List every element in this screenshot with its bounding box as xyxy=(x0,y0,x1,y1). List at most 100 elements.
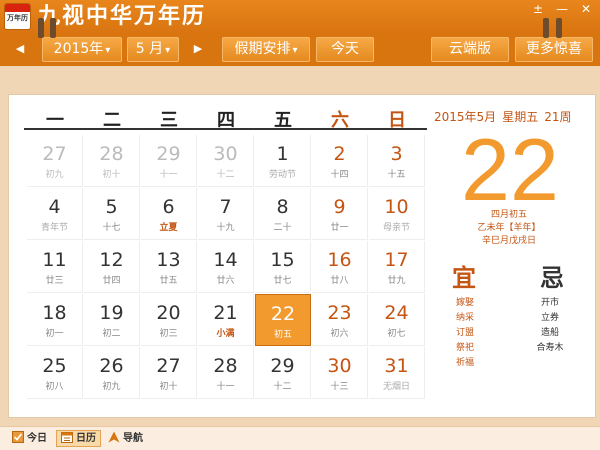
day-cell[interactable]: 30 十二 xyxy=(198,135,254,187)
app-icon-text: 万年历 xyxy=(7,14,28,22)
auspicious-item: 祭祀 xyxy=(455,343,474,353)
lunar-label: 十五 xyxy=(387,170,406,180)
day-cell[interactable]: 2 十四 xyxy=(312,135,368,187)
lunar-label: 初三 xyxy=(159,329,178,339)
day-number: 30 xyxy=(327,355,352,377)
chevron-down-icon: ▾ xyxy=(165,45,171,56)
day-cell[interactable]: 29 十二 xyxy=(255,347,311,399)
day-number: 29 xyxy=(270,355,295,377)
close-button[interactable]: ✕ xyxy=(578,2,594,16)
binder-ring xyxy=(38,18,44,38)
day-cell[interactable]: 17 廿九 xyxy=(369,241,425,293)
minimize-button[interactable]: — xyxy=(554,2,570,16)
day-number: 13 xyxy=(156,249,181,271)
lunar-label: 二十 xyxy=(273,223,292,233)
day-cell[interactable]: 28 初十 xyxy=(84,135,140,187)
day-number: 20 xyxy=(156,302,181,324)
day-cell[interactable]: 9 廿一 xyxy=(312,188,368,240)
selected-day-cell[interactable]: 22 初五 xyxy=(255,294,311,346)
year-select[interactable]: 2015年 ▾ xyxy=(42,37,122,62)
status-today-button[interactable]: 今日 xyxy=(12,430,47,447)
day-cell[interactable]: 4 青年节 xyxy=(27,188,83,240)
cloud-version-button[interactable]: 云端版 xyxy=(431,37,509,62)
day-number: 8 xyxy=(276,196,289,218)
auspicious-item: 祈福 xyxy=(455,358,474,368)
lunar-label: 十一 xyxy=(216,382,235,392)
today-button[interactable]: 今天 xyxy=(316,37,374,62)
day-number: 26 xyxy=(99,355,124,377)
navigation-arrow-icon xyxy=(108,431,120,443)
day-cell[interactable]: 16 廿八 xyxy=(312,241,368,293)
status-nav-button[interactable]: 导航 xyxy=(108,430,143,447)
auspicious-item: 订盟 xyxy=(455,328,474,338)
day-number: 3 xyxy=(390,143,403,165)
day-number: 1 xyxy=(276,143,289,165)
day-cell[interactable]: 26 初九 xyxy=(84,347,140,399)
ganzhi-year: 乙未年【羊年】 xyxy=(477,223,541,233)
day-cell[interactable]: 29 十一 xyxy=(141,135,197,187)
day-cell[interactable]: 12 廿四 xyxy=(84,241,140,293)
status-calendar-tab[interactable]: 日历 xyxy=(56,430,101,447)
lunar-label: 初九 xyxy=(45,170,64,180)
day-cell[interactable]: 18 初一 xyxy=(27,294,83,346)
inauspicious-list: 开市 立券 造船 合寿木 xyxy=(525,296,575,356)
lunar-label: 廿七 xyxy=(273,276,292,286)
day-number: 12 xyxy=(99,249,124,271)
month-select[interactable]: 5 月 ▾ xyxy=(127,37,179,62)
inauspicious-item: 开市 xyxy=(540,298,559,308)
auspicious-item: 纳采 xyxy=(455,313,474,323)
day-cell[interactable]: 25 初八 xyxy=(27,347,83,399)
auspicious-list: 嫁娶 纳采 订盟 祭祀 祈福 xyxy=(440,296,490,371)
more-surprises-button[interactable]: 更多惊喜 xyxy=(515,37,593,62)
day-cell[interactable]: 10 母亲节 xyxy=(369,188,425,240)
lunar-label: 廿三 xyxy=(45,276,64,286)
day-cell[interactable]: 1 劳动节 xyxy=(255,135,311,187)
day-cell[interactable]: 8 二十 xyxy=(255,188,311,240)
day-number: 19 xyxy=(99,302,124,324)
day-number: 28 xyxy=(99,143,124,165)
lunar-label: 立夏 xyxy=(159,223,178,233)
day-cell[interactable]: 28 十一 xyxy=(198,347,254,399)
day-cell[interactable]: 30 十三 xyxy=(312,347,368,399)
day-cell[interactable]: 14 廿六 xyxy=(198,241,254,293)
inauspicious-item: 立券 xyxy=(540,313,559,323)
day-number: 14 xyxy=(213,249,238,271)
inauspicious-item: 造船 xyxy=(540,328,559,338)
day-cell[interactable]: 5 十七 xyxy=(84,188,140,240)
day-cell[interactable]: 19 初二 xyxy=(84,294,140,346)
app-title: 九视中华万年历 xyxy=(38,4,207,29)
next-month-button[interactable]: ▶ xyxy=(191,42,205,55)
lunar-label: 初七 xyxy=(387,329,406,339)
day-cell[interactable]: 15 廿七 xyxy=(255,241,311,293)
day-cell[interactable]: 13 廿五 xyxy=(141,241,197,293)
day-number: 18 xyxy=(42,302,67,324)
lunar-label: 廿一 xyxy=(330,223,349,233)
day-number: 31 xyxy=(384,355,409,377)
lunar-label: 初十 xyxy=(102,170,121,180)
lunar-label: 小满 xyxy=(216,329,235,339)
status-nav-label: 导航 xyxy=(123,433,143,444)
day-cell[interactable]: 3 十五 xyxy=(369,135,425,187)
day-cell[interactable]: 27 初十 xyxy=(141,347,197,399)
day-cell[interactable]: 11 廿三 xyxy=(27,241,83,293)
calendar-app-icon: 万年历 xyxy=(4,3,31,30)
day-number: 27 xyxy=(42,143,67,165)
day-cell[interactable]: 27 初九 xyxy=(27,135,83,187)
day-cell[interactable]: 6 立夏 xyxy=(141,188,197,240)
holiday-schedule-select[interactable]: 假期安排 ▾ xyxy=(222,37,310,62)
day-cell[interactable]: 21 小满 xyxy=(198,294,254,346)
day-cell[interactable]: 24 初七 xyxy=(369,294,425,346)
day-cell[interactable]: 7 十九 xyxy=(198,188,254,240)
day-cell[interactable]: 20 初三 xyxy=(141,294,197,346)
lunar-label: 初五 xyxy=(273,330,292,340)
prev-month-button[interactable]: ◀ xyxy=(13,42,27,55)
pin-button[interactable]: ± xyxy=(530,2,546,16)
title-bar: 万年历 九视中华万年历 ± — ✕ xyxy=(0,0,600,34)
day-number: 28 xyxy=(213,355,238,377)
status-bar: 今日 日历 导航 xyxy=(0,426,600,450)
day-cell[interactable]: 23 初六 xyxy=(312,294,368,346)
lunar-label: 青年节 xyxy=(40,223,68,233)
day-number: 10 xyxy=(384,196,409,218)
day-number: 7 xyxy=(219,196,232,218)
day-cell[interactable]: 31 无烟日 xyxy=(369,347,425,399)
